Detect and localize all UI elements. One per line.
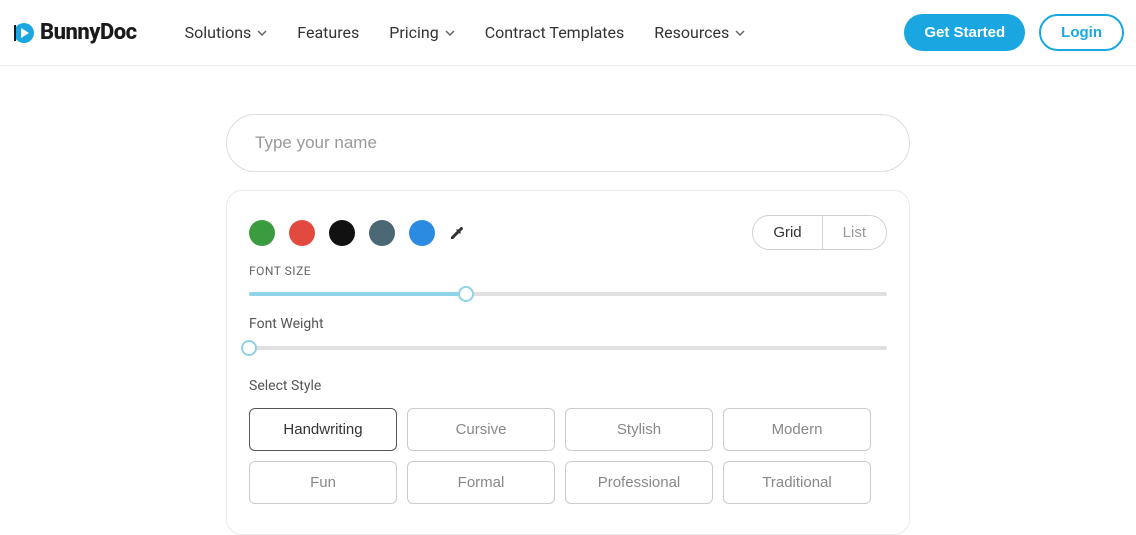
view-list-button[interactable]: List (822, 216, 886, 249)
nav-item-label: Resources (654, 23, 729, 42)
chevron-down-icon (735, 30, 745, 36)
nav-item-resources[interactable]: Resources (654, 23, 745, 42)
nav-item-contract-templates[interactable]: Contract Templates (485, 23, 625, 42)
nav-item-label: Solutions (185, 23, 252, 42)
font-weight-slider[interactable] (249, 340, 887, 356)
brand-icon (12, 21, 36, 45)
login-button[interactable]: Login (1039, 14, 1124, 51)
slider-thumb[interactable] (458, 286, 474, 302)
eyedropper-icon[interactable] (449, 225, 465, 241)
nav-item-label: Features (297, 23, 359, 42)
select-style-label: Select Style (249, 378, 887, 394)
settings-panel: Grid List FONT SIZE Font Weight Select S… (226, 190, 910, 535)
panel-top-row: Grid List (249, 215, 887, 250)
content: Grid List FONT SIZE Font Weight Select S… (0, 66, 1136, 535)
style-button-fun[interactable]: Fun (249, 461, 397, 504)
color-swatch-3[interactable] (369, 220, 395, 246)
nav-item-pricing[interactable]: Pricing (389, 23, 455, 42)
chevron-down-icon (257, 30, 267, 36)
color-swatch-2[interactable] (329, 220, 355, 246)
nav-item-solutions[interactable]: Solutions (185, 23, 268, 42)
view-grid-button[interactable]: Grid (753, 216, 821, 249)
font-weight-label: Font Weight (249, 316, 887, 332)
font-size-label: FONT SIZE (249, 264, 887, 278)
nav-item-label: Pricing (389, 23, 439, 42)
color-swatch-1[interactable] (289, 220, 315, 246)
top-navigation: BunnyDoc Solutions Features Pricing Contrac… (0, 0, 1136, 66)
name-input[interactable] (226, 114, 910, 172)
nav-right: Get Started Login (904, 14, 1124, 51)
nav-links: Solutions Features Pricing Contract Templat… (185, 23, 746, 42)
style-button-stylish[interactable]: Stylish (565, 408, 713, 451)
style-button-professional[interactable]: Professional (565, 461, 713, 504)
style-button-modern[interactable]: Modern (723, 408, 871, 451)
brand-name: BunnyDoc (40, 20, 137, 45)
get-started-button[interactable]: Get Started (904, 14, 1025, 51)
nav-item-label: Contract Templates (485, 23, 625, 42)
slider-thumb[interactable] (241, 340, 257, 356)
style-button-traditional[interactable]: Traditional (723, 461, 871, 504)
style-button-cursive[interactable]: Cursive (407, 408, 555, 451)
color-swatch-0[interactable] (249, 220, 275, 246)
style-button-formal[interactable]: Formal (407, 461, 555, 504)
slider-fill (249, 292, 466, 296)
style-button-handwriting[interactable]: Handwriting (249, 408, 397, 451)
color-swatch-4[interactable] (409, 220, 435, 246)
brand-logo[interactable]: BunnyDoc (12, 20, 137, 45)
color-swatches (249, 220, 465, 246)
slider-track (249, 346, 887, 350)
view-toggle: Grid List (752, 215, 887, 250)
style-grid: HandwritingCursiveStylishModern FunFormal… (249, 408, 887, 504)
chevron-down-icon (445, 30, 455, 36)
nav-item-features[interactable]: Features (297, 23, 359, 42)
font-size-slider[interactable] (249, 286, 887, 302)
